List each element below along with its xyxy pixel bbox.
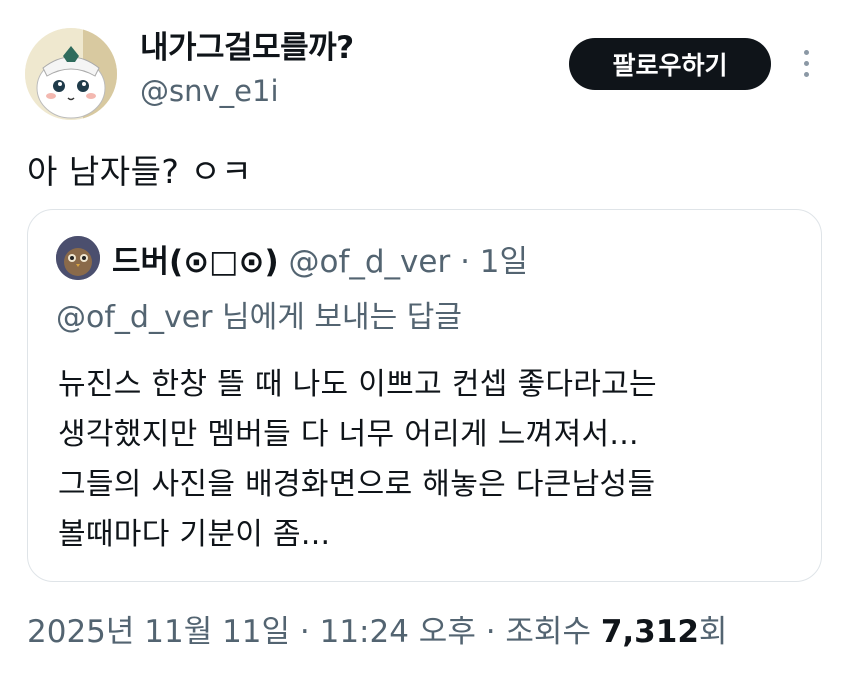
more-dot [803, 50, 809, 55]
quote-body-line: 뉴진스 한창 뜰 때 나도 이쁘고 컨셉 좋다라고는 [58, 367, 657, 402]
author-avatar-image [25, 28, 117, 120]
tweet-datetime[interactable]: 2025년 11월 11일 · 11:24 오후 · 조회수 [27, 614, 601, 650]
author-avatar[interactable] [25, 28, 117, 120]
quote-header: 드버(⊙□⊙) @of_d_ver · 1일 [112, 236, 528, 281]
quote-body-line: 볼때마다 기분이 좀... [58, 517, 331, 552]
author-handle[interactable]: @snv_e1i [140, 74, 279, 108]
follow-button[interactable]: 팔로우하기 [569, 38, 771, 90]
tweet-text: 아 남자들? ㅇㅋ [27, 152, 253, 191]
quote-author-avatar[interactable] [56, 236, 100, 280]
quote-body: 뉴진스 한창 뜰 때 나도 이쁘고 컨셉 좋다라고는 생각했지만 멤버들 다 너… [58, 360, 798, 560]
more-dot [803, 72, 809, 77]
quoted-tweet-card[interactable]: 드버(⊙□⊙) @of_d_ver · 1일 @of_d_ver 님에게 보내는… [27, 209, 822, 582]
quote-avatar-image [56, 236, 100, 280]
more-dot [803, 61, 809, 66]
quote-reply-suffix: 님에게 보내는 답글 [212, 300, 462, 335]
more-vertical-icon[interactable] [796, 44, 816, 84]
views-count: 7,312 [600, 614, 699, 650]
views-suffix: 회 [698, 614, 728, 650]
quote-separator: · [460, 244, 470, 280]
quote-reply-context: @of_d_ver 님에게 보내는 답글 [56, 292, 462, 336]
quote-body-line: 생각했지만 멤버들 다 너무 어리게 느껴져서... [58, 417, 639, 452]
quote-handle[interactable]: @of_d_ver [288, 244, 450, 280]
quote-body-line: 그들의 사진을 배경화면으로 해놓은 다큰남성들 [58, 467, 656, 502]
quote-time[interactable]: 1일 [480, 244, 528, 280]
author-display-name[interactable]: 내가그걸모를까? [140, 22, 354, 67]
quote-reply-mention[interactable]: @of_d_ver [56, 300, 213, 335]
tweet-meta-footer: 2025년 11월 11일 · 11:24 오후 · 조회수 7,312회 [27, 606, 727, 651]
quote-display-name[interactable]: 드버(⊙□⊙) [112, 244, 279, 280]
